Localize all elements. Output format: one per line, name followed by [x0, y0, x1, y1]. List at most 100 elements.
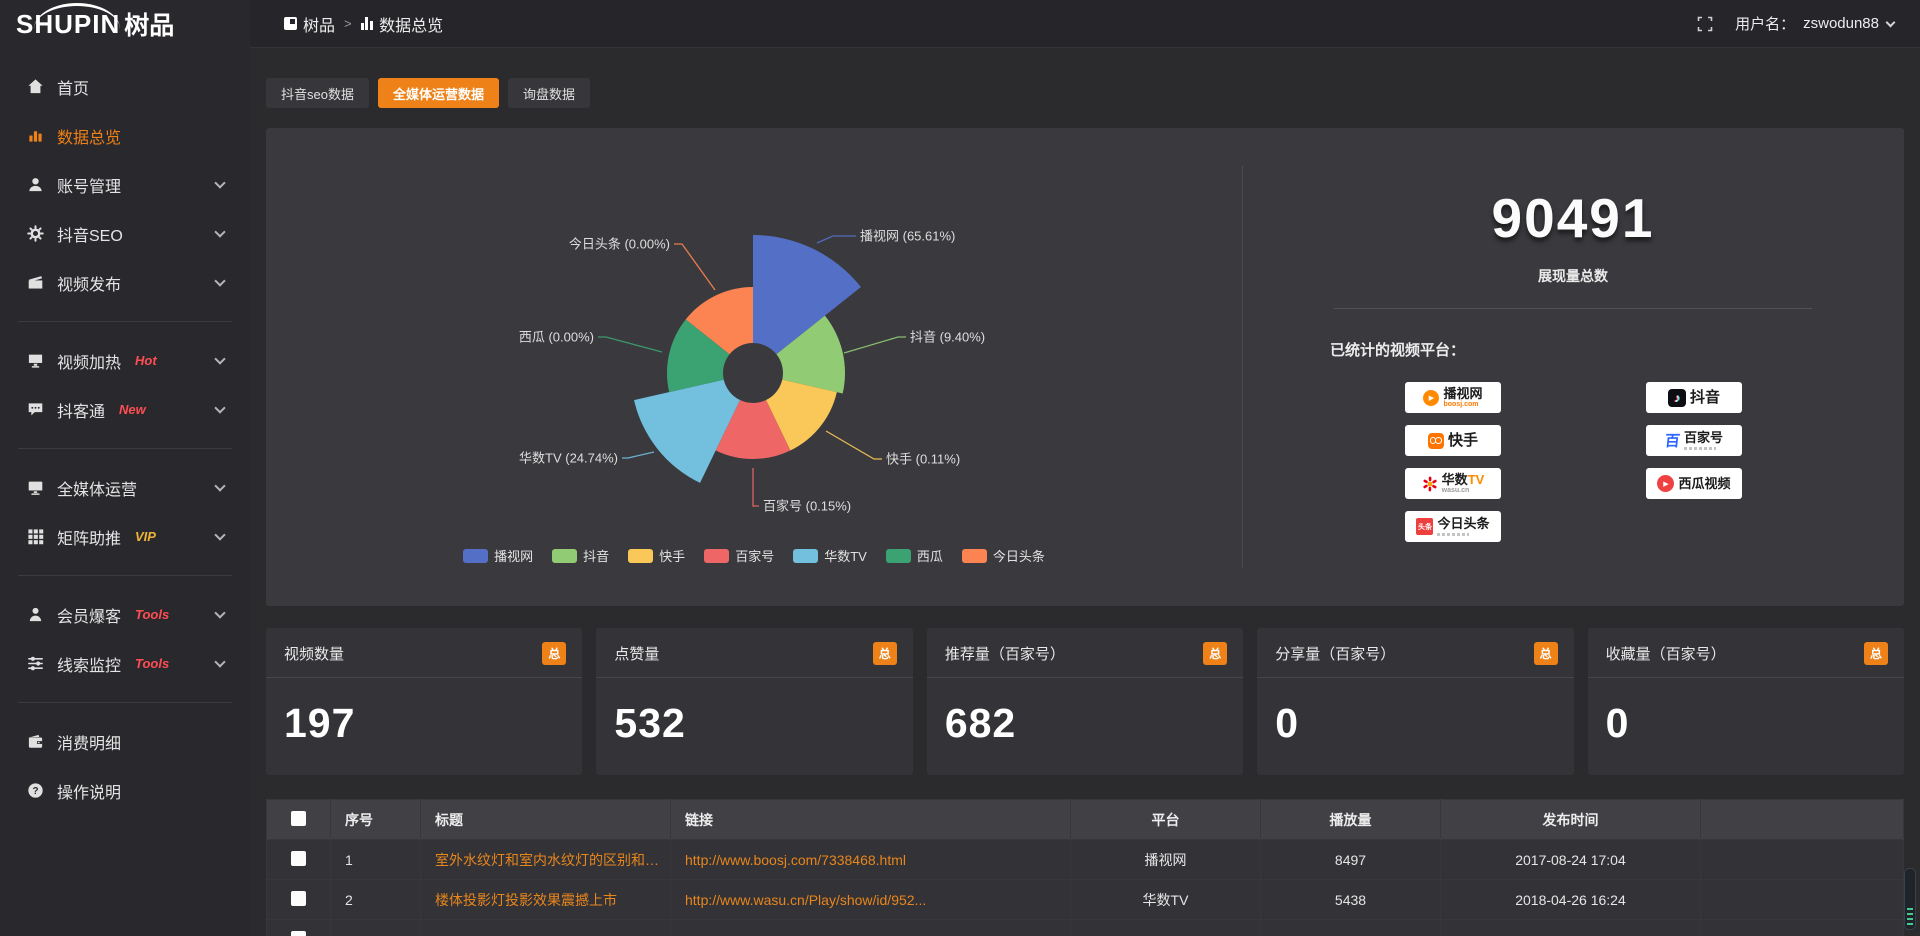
tab-media-operation-data[interactable]: 全媒体运营数据	[378, 78, 499, 108]
cell-platform: 播视网	[1071, 840, 1261, 880]
wasu-logo-icon	[1422, 476, 1438, 492]
platform-badge-快手: 快手	[1405, 425, 1501, 456]
table-header-row: 序号标题链接平台播放量发布时间	[267, 800, 1904, 840]
chevron-down-icon	[214, 607, 225, 618]
stat-card-title: 分享量（百家号）	[1275, 643, 1395, 664]
total-badge[interactable]: 总	[1203, 642, 1227, 665]
checkbox-cell	[267, 880, 331, 920]
pie-label: 百家号 (0.15%)	[763, 498, 851, 513]
sidebar-nav: 首页数据总览账号管理抖音SEO视频发布视频加热Hot抖客通New全媒体运营矩阵助…	[0, 48, 250, 815]
legend-item-今日头条[interactable]: 今日头条	[962, 546, 1045, 565]
username-label: 用户名：	[1735, 13, 1795, 34]
sidebar-item-home[interactable]: 首页	[0, 62, 250, 111]
cell-url-link[interactable]: http://www.boosj.com/7338468.html	[671, 840, 1071, 880]
pie-label-line	[817, 236, 856, 243]
sidebar-item-consumption-detail[interactable]: 消费明细	[0, 717, 250, 766]
row-checkbox[interactable]	[291, 931, 306, 936]
topbar-right: 用户名：zswodun88	[1697, 13, 1894, 34]
sidebar-item-douketong[interactable]: 抖客通New	[0, 385, 250, 434]
cell-filler	[1701, 840, 1904, 880]
breadcrumb-item-shupin[interactable]: 树品	[284, 12, 335, 36]
chart-legend: 播视网抖音快手百家号华数TV 西瓜今日头条	[266, 546, 1242, 565]
home-icon	[26, 78, 44, 96]
column-header-filler	[1701, 800, 1904, 840]
select-all-checkbox[interactable]	[291, 811, 306, 826]
grid-icon	[26, 528, 44, 546]
cell-url-link[interactable]: http://www.wasu.cn/Play/show/id/952...	[671, 880, 1071, 920]
legend-item-快手[interactable]: 快手	[628, 546, 685, 565]
total-badge[interactable]: 总	[542, 642, 566, 665]
row-checkbox[interactable]	[291, 851, 306, 866]
stat-cards-row: 视频数量总197点赞量总532推荐量（百家号）总682分享量（百家号）总0收藏量…	[266, 628, 1904, 775]
wallet-icon	[26, 733, 44, 751]
svg-text:?: ?	[32, 786, 38, 797]
sidebar-item-matrix-boost[interactable]: 矩阵助推VIP	[0, 512, 250, 561]
sidebar-item-video-heat[interactable]: 视频加热Hot	[0, 336, 250, 385]
tagline-microtext	[1437, 533, 1469, 536]
legend-item-抖音[interactable]: 抖音	[552, 546, 609, 565]
sliders-icon	[26, 655, 44, 673]
sidebar-item-label: 账号管理	[57, 173, 121, 197]
summary-panel: 90491 展现量总数 已统计的视频平台： ▶播视网boosj.com快手华数T…	[1242, 128, 1904, 606]
row-checkbox[interactable]	[291, 891, 306, 906]
sidebar-item-douyin-seo[interactable]: 抖音SEO	[0, 209, 250, 258]
sidebar-item-media-operation[interactable]: 全媒体运营	[0, 463, 250, 512]
sidebar-item-video-publish[interactable]: 视频发布	[0, 258, 250, 307]
legend-item-百家号[interactable]: 百家号	[704, 546, 774, 565]
app-root: SHUPIN 树品 首页数据总览账号管理抖音SEO视频发布视频加热Hot抖客通N…	[0, 0, 1920, 936]
total-badge[interactable]: 总	[1534, 642, 1558, 665]
legend-swatch	[886, 549, 911, 563]
pie-label-line	[598, 337, 662, 352]
pie-label-line	[826, 431, 882, 459]
baijiahao-logo-icon: 百	[1664, 430, 1681, 451]
chevron-down-icon	[214, 353, 225, 364]
legend-swatch	[552, 549, 577, 563]
chevron-down-icon	[1886, 18, 1896, 28]
bar-chart-icon	[26, 127, 44, 145]
tab-douyin-seo-data[interactable]: 抖音seo数据	[266, 78, 369, 108]
tagline-microtext	[1684, 447, 1716, 450]
stat-card-title: 推荐量（百家号）	[945, 643, 1065, 664]
pie-label-line	[753, 468, 759, 506]
pie-label: 西瓜 (0.00%)	[519, 329, 594, 344]
cell-plays: 8497	[1261, 840, 1441, 880]
column-header-3: 平台	[1071, 800, 1261, 840]
breadcrumb-label: 数据总览	[379, 12, 443, 36]
breadcrumb-label: 树品	[303, 12, 335, 36]
total-badge[interactable]: 总	[873, 642, 897, 665]
sidebar-item-tag: New	[119, 402, 146, 417]
sidebar-item-account-management[interactable]: 账号管理	[0, 160, 250, 209]
chevron-down-icon	[214, 656, 225, 667]
total-badge[interactable]: 总	[1864, 642, 1888, 665]
stat-card-header: 分享量（百家号） 总	[1257, 628, 1573, 678]
cell-title-link[interactable]: 楼体投影灯投影效果震撼上市	[421, 880, 671, 920]
fullscreen-icon[interactable]	[1697, 16, 1713, 32]
summary-divider	[1334, 308, 1812, 309]
sidebar-item-label: 矩阵助推	[57, 525, 121, 549]
video-table: 序号标题链接平台播放量发布时间 1室外水纹灯和室内水纹灯的区别和简介http:/…	[266, 799, 1904, 936]
legend-item-西瓜[interactable]: 西瓜	[886, 546, 943, 565]
sidebar-divider	[18, 321, 232, 322]
cell-title-link[interactable]: 室外水纹灯和室内水纹灯的区别和简介	[421, 840, 671, 880]
sidebar-divider	[18, 575, 232, 576]
pie-label-line	[844, 337, 906, 353]
pie-slice-华数TV[interactable]	[634, 380, 740, 483]
legend-label: 西瓜	[917, 546, 943, 565]
user-menu[interactable]: 用户名：zswodun88	[1735, 13, 1894, 34]
cell-time: 2017-08-24 17:04	[1441, 840, 1701, 880]
legend-item-播视网[interactable]: 播视网	[463, 546, 533, 565]
sidebar-item-member-burst[interactable]: 会员爆客Tools	[0, 590, 250, 639]
brand-logo[interactable]: SHUPIN 树品	[0, 0, 250, 48]
stat-card-分享量（百家号）: 分享量（百家号）总0	[1257, 628, 1573, 775]
sidebar-item-operation-guide[interactable]: ?操作说明	[0, 766, 250, 815]
cell-time: 2018-04-26 16:24	[1441, 880, 1701, 920]
legend-item-华数TV[interactable]: 华数TV	[793, 546, 867, 565]
breadcrumb-item-data-overview[interactable]: 数据总览	[361, 12, 444, 36]
sidebar-item-clue-monitor[interactable]: 线索监控Tools	[0, 639, 250, 688]
stat-card-点赞量: 点赞量总532	[596, 628, 912, 775]
kuaishou-logo-icon	[1428, 433, 1444, 449]
sidebar-item-data-overview[interactable]: 数据总览	[0, 111, 250, 160]
scroll-indicator[interactable]	[1904, 868, 1916, 930]
pie-label: 今日头条 (0.00%)	[569, 236, 670, 251]
tab-inquiry-data[interactable]: 询盘数据	[508, 78, 590, 108]
